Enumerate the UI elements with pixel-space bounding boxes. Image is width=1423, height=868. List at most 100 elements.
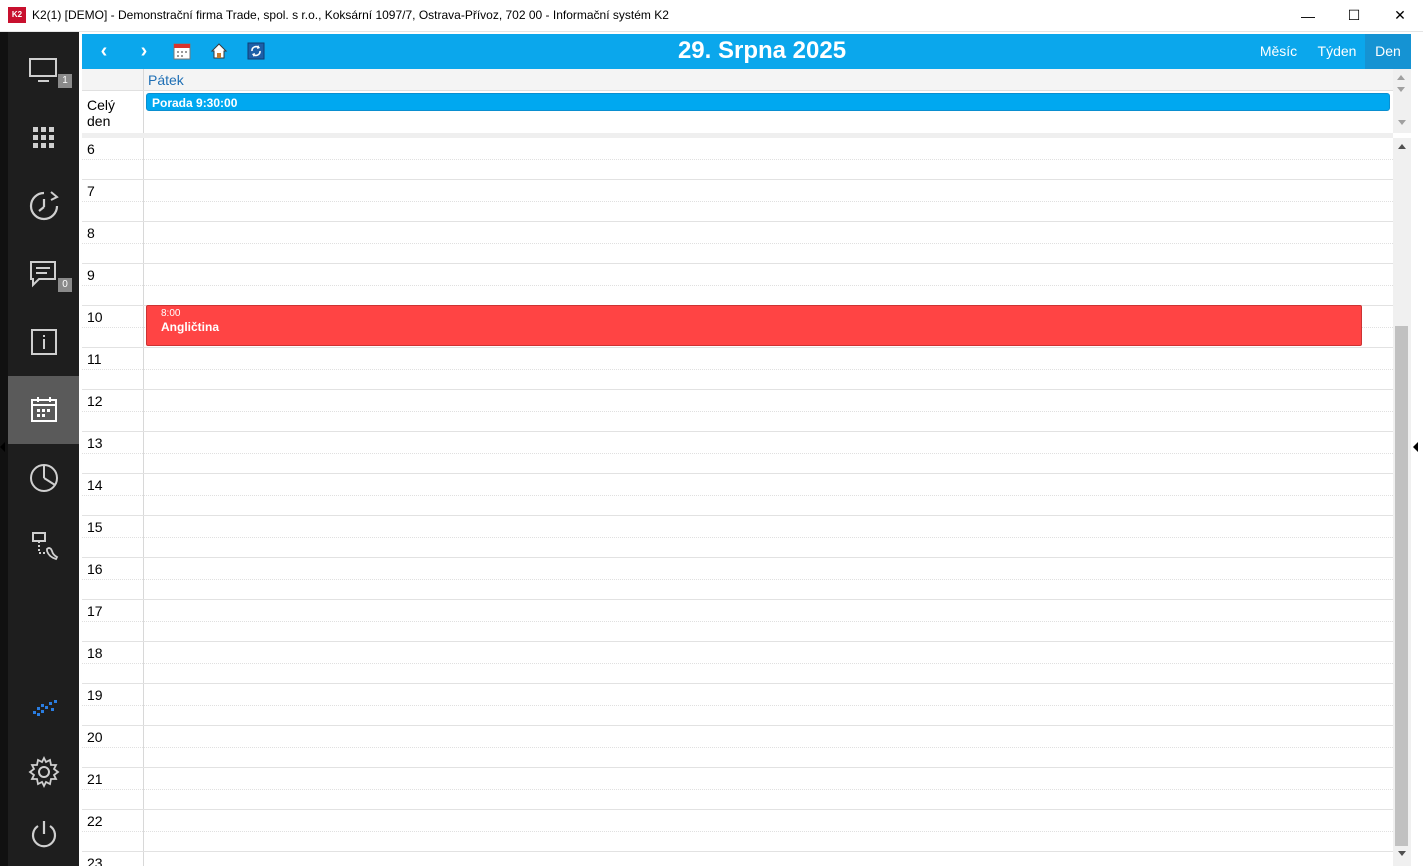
- half-hour-line: [82, 495, 1393, 496]
- grid-scrollbar[interactable]: [1393, 138, 1411, 866]
- sidebar-item-network[interactable]: [8, 512, 79, 580]
- allday-event[interactable]: Porada 9:30:00: [146, 93, 1390, 111]
- hour-label: 22: [87, 813, 103, 829]
- hour-row[interactable]: 14: [82, 474, 1393, 516]
- half-hour-line: [82, 411, 1393, 412]
- calendar-toolbar: ‹ › 29. Srpna 2025 Měsíc Týden Den: [82, 34, 1411, 69]
- calendar-date-title: 29. Srpna 2025: [677, 37, 847, 64]
- hour-label: 18: [87, 645, 103, 661]
- hour-row[interactable]: 17: [82, 600, 1393, 642]
- calendar-picker-icon[interactable]: [173, 42, 191, 60]
- hour-label: 23: [87, 855, 103, 866]
- sidebar-item-history[interactable]: [8, 172, 79, 240]
- allday-gutter: Celý den: [82, 91, 144, 133]
- network-phone-icon: [31, 532, 58, 561]
- hour-row[interactable]: 9: [82, 264, 1393, 306]
- desktops-badge: 1: [58, 74, 72, 88]
- refresh-icon[interactable]: [247, 42, 265, 60]
- hour-row[interactable]: 11: [82, 348, 1393, 390]
- k2-app-icon: K2: [8, 7, 26, 23]
- header-scrollbar[interactable]: [1393, 69, 1411, 133]
- half-hour-line: [82, 579, 1393, 580]
- day-name-label[interactable]: Pátek: [148, 72, 184, 88]
- window-titlebar: K2 K2(1) [DEMO] - Demonstrační firma Tra…: [0, 0, 1423, 32]
- half-hour-line: [82, 285, 1393, 286]
- next-day-button[interactable]: ›: [126, 34, 162, 69]
- history-clock-icon: [29, 191, 59, 221]
- right-panel-expand-arrow-icon[interactable]: [1413, 442, 1418, 452]
- sidebar-item-k2-logo[interactable]: [8, 674, 79, 742]
- allday-event-title: Porada 9:30:00: [152, 96, 238, 110]
- day-header-row: Pátek: [82, 69, 1393, 91]
- hour-label: 14: [87, 477, 103, 493]
- sidebar-item-power[interactable]: [8, 800, 79, 868]
- prev-day-button[interactable]: ‹: [86, 34, 122, 69]
- sidebar-item-calendar[interactable]: [8, 376, 79, 444]
- k2-logo-icon: [32, 700, 57, 716]
- info-icon: [30, 329, 57, 355]
- minimize-button[interactable]: —: [1285, 0, 1331, 31]
- settings-gear-icon: [28, 755, 59, 789]
- half-hour-line: [82, 537, 1393, 538]
- day-time-grid[interactable]: 6 7 8 9 10 11 12 13 14 15 16 17 18 19 20 21 22 23 8:00 Angl…: [82, 138, 1393, 866]
- calendar-icon: [30, 397, 57, 422]
- apps-grid-icon: [32, 127, 54, 148]
- hour-row[interactable]: 8: [82, 222, 1393, 264]
- hour-row[interactable]: 22: [82, 810, 1393, 852]
- hour-row[interactable]: 21: [82, 768, 1393, 810]
- half-hour-line: [82, 201, 1393, 202]
- grid-scroll-thumb[interactable]: [1395, 326, 1408, 846]
- hour-label: 6: [87, 141, 95, 157]
- main-sidebar: 1 0: [0, 32, 79, 866]
- sidebar-collapse-arrow-icon[interactable]: [0, 442, 5, 452]
- grid-scroll-up-icon[interactable]: [1398, 144, 1406, 149]
- hour-label: 11: [87, 351, 102, 367]
- grid-scroll-down-icon[interactable]: [1398, 851, 1406, 856]
- sidebar-item-apps[interactable]: [8, 104, 79, 172]
- header-scroll-down-icon[interactable]: [1397, 87, 1405, 92]
- sidebar-item-messages[interactable]: 0: [8, 240, 79, 308]
- hour-row[interactable]: 13: [82, 432, 1393, 474]
- hour-label: 15: [87, 519, 103, 535]
- sidebar-item-charts[interactable]: [8, 444, 79, 512]
- power-icon: [31, 821, 56, 848]
- header-scroll-up-icon[interactable]: [1397, 75, 1405, 80]
- pie-chart-icon: [29, 464, 58, 492]
- hour-label: 13: [87, 435, 103, 451]
- hour-row[interactable]: 18: [82, 642, 1393, 684]
- sidebar-item-settings[interactable]: [8, 738, 79, 806]
- hour-row[interactable]: 15: [82, 516, 1393, 558]
- hour-row[interactable]: 23: [82, 852, 1393, 866]
- header-scroll-end-icon[interactable]: [1398, 120, 1406, 125]
- hour-label: 17: [87, 603, 103, 619]
- maximize-button[interactable]: ☐: [1331, 0, 1377, 31]
- messages-badge: 0: [58, 278, 72, 292]
- half-hour-line: [82, 663, 1393, 664]
- hour-row[interactable]: 20: [82, 726, 1393, 768]
- hour-label: 9: [87, 267, 95, 283]
- half-hour-line: [82, 789, 1393, 790]
- calendar-event[interactable]: 8:00 Angličtina: [146, 305, 1362, 346]
- half-hour-line: [82, 747, 1393, 748]
- hour-label: 20: [87, 729, 103, 745]
- hour-row[interactable]: 19: [82, 684, 1393, 726]
- hour-row[interactable]: 16: [82, 558, 1393, 600]
- hour-row[interactable]: 7: [82, 180, 1393, 222]
- half-hour-line: [82, 705, 1393, 706]
- view-day-button[interactable]: Den: [1365, 34, 1411, 69]
- view-month-button[interactable]: Měsíc: [1252, 34, 1305, 69]
- half-hour-line: [82, 831, 1393, 832]
- hour-label: 12: [87, 393, 103, 409]
- half-hour-line: [82, 159, 1393, 160]
- hour-row[interactable]: 6: [82, 138, 1393, 180]
- half-hour-line: [82, 369, 1393, 370]
- sidebar-item-info[interactable]: [8, 308, 79, 376]
- sidebar-item-desktops[interactable]: 1: [8, 36, 79, 104]
- close-button[interactable]: ✕: [1377, 0, 1423, 31]
- hour-row[interactable]: 12: [82, 390, 1393, 432]
- home-today-icon[interactable]: [210, 42, 228, 60]
- event-title: Angličtina: [161, 320, 220, 334]
- view-week-button[interactable]: Týden: [1310, 34, 1364, 69]
- monitor-icon: [28, 58, 57, 82]
- half-hour-line: [82, 243, 1393, 244]
